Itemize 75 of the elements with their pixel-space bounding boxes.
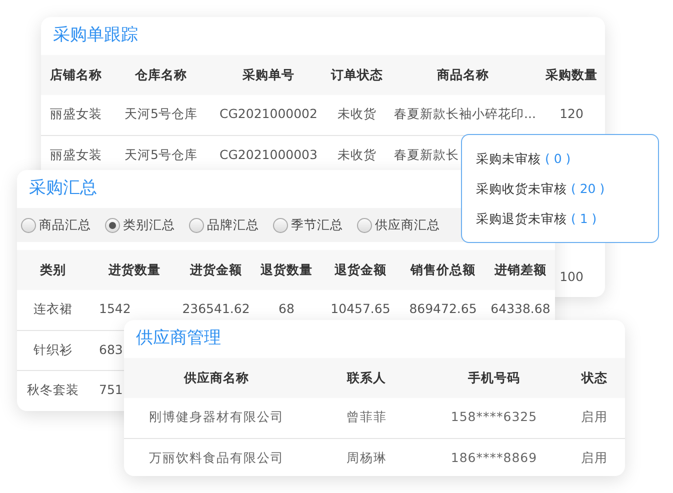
table-cell: 1542 <box>99 301 131 316</box>
column-header: 进货数量 <box>89 250 180 290</box>
table-cell: 春夏新款长袖小碎花印... <box>394 106 536 122</box>
column-header: 进销差额 <box>486 250 555 290</box>
pending-count: ( 1 ) <box>571 210 597 228</box>
column-header: 供应商名称 <box>124 358 309 398</box>
table-cell: 周杨琳 <box>346 450 387 465</box>
radio-option[interactable]: 季节汇总 <box>273 216 343 234</box>
table-cell: 丽盛女装 <box>50 106 102 122</box>
panel-title: 供应商管理 <box>136 327 221 350</box>
table-cell: 68 <box>278 301 294 316</box>
pending-label: 采购未审核 <box>476 150 541 168</box>
radio-button[interactable] <box>21 218 36 232</box>
pending-count: ( 0 ) <box>545 150 571 168</box>
table-cell: 秋冬套装 <box>27 382 79 397</box>
column-header: 仓库名称 <box>111 55 211 95</box>
pending-label: 采购退货未审核 <box>476 210 567 228</box>
table-cell: 869472.65 <box>409 301 477 316</box>
table-cell: 未收货 <box>338 106 376 122</box>
table-cell: 刚博健身器材有限公司 <box>149 409 284 424</box>
pending-item[interactable]: 采购退货未审核 ( 1 ) <box>476 209 658 229</box>
table-cell: 10457.65 <box>330 301 390 316</box>
table-cell: 未收货 <box>338 146 376 162</box>
table-cell: 启用 <box>581 450 608 465</box>
radio-option[interactable]: 供应商汇总 <box>357 216 440 234</box>
table-cell: 启用 <box>581 409 608 424</box>
table-cell: 158****6325 <box>450 409 538 424</box>
option-label: 品牌汇总 <box>207 216 259 234</box>
table-cell: 天河5号仓库 <box>124 106 198 122</box>
table-cell: CG2021000003 <box>220 146 318 162</box>
column-header: 采购单号 <box>211 55 326 95</box>
radio-option[interactable]: 类别汇总 <box>105 216 175 234</box>
pending-item[interactable]: 采购未审核 ( 0 ) <box>476 149 658 169</box>
radio-option[interactable]: 商品汇总 <box>21 216 91 234</box>
pending-item[interactable]: 采购收货未审核 ( 20 ) <box>476 179 658 199</box>
pending-count: ( 20 ) <box>571 180 605 198</box>
column-header: 店铺名称 <box>41 55 111 95</box>
option-label: 商品汇总 <box>39 216 91 234</box>
table-cell: 236541.62 <box>182 301 250 316</box>
column-header: 订单状态 <box>326 55 388 95</box>
column-header: 采购数量 <box>538 55 605 95</box>
table-cell: 春夏新款长 <box>394 146 459 162</box>
column-header: 手机号码 <box>424 358 564 398</box>
radio-button[interactable] <box>189 218 204 232</box>
column-header: 退货数量 <box>252 250 321 290</box>
radio-option[interactable]: 品牌汇总 <box>189 216 259 234</box>
table-cell: 186****8869 <box>450 450 538 465</box>
table-cell: 100 <box>560 269 584 284</box>
radio-button[interactable] <box>357 218 372 232</box>
table-cell: 连衣裙 <box>34 301 72 316</box>
column-header: 类别 <box>17 250 89 290</box>
radio-button[interactable] <box>273 218 288 232</box>
table-cell: 120 <box>560 106 584 122</box>
option-label: 供应商汇总 <box>375 216 440 234</box>
column-header: 状态 <box>564 358 625 398</box>
panel-title: 采购汇总 <box>29 177 97 200</box>
option-label: 类别汇总 <box>123 216 175 234</box>
column-header: 商品名称 <box>388 55 538 95</box>
option-label: 季节汇总 <box>291 216 343 234</box>
table-cell: 万丽饮料食品有限公司 <box>149 450 284 465</box>
table-cell: 天河5号仓库 <box>124 146 198 162</box>
column-header: 销售价总额 <box>400 250 486 290</box>
table-cell: 683 <box>99 342 123 357</box>
table-cell: 751 <box>99 382 123 397</box>
pending-label: 采购收货未审核 <box>476 180 567 198</box>
panel-title: 采购单跟踪 <box>53 24 138 48</box>
column-header: 联系人 <box>309 358 424 398</box>
table-cell: 丽盛女装 <box>50 146 102 162</box>
radio-button[interactable] <box>105 218 120 232</box>
table-cell: 64338.68 <box>490 301 550 316</box>
column-header: 退货金额 <box>321 250 400 290</box>
table-cell: 曾菲菲 <box>346 409 387 424</box>
table-cell: 针织衫 <box>34 342 72 357</box>
table-cell: CG2021000002 <box>220 106 318 122</box>
column-header: 进货金额 <box>180 250 252 290</box>
